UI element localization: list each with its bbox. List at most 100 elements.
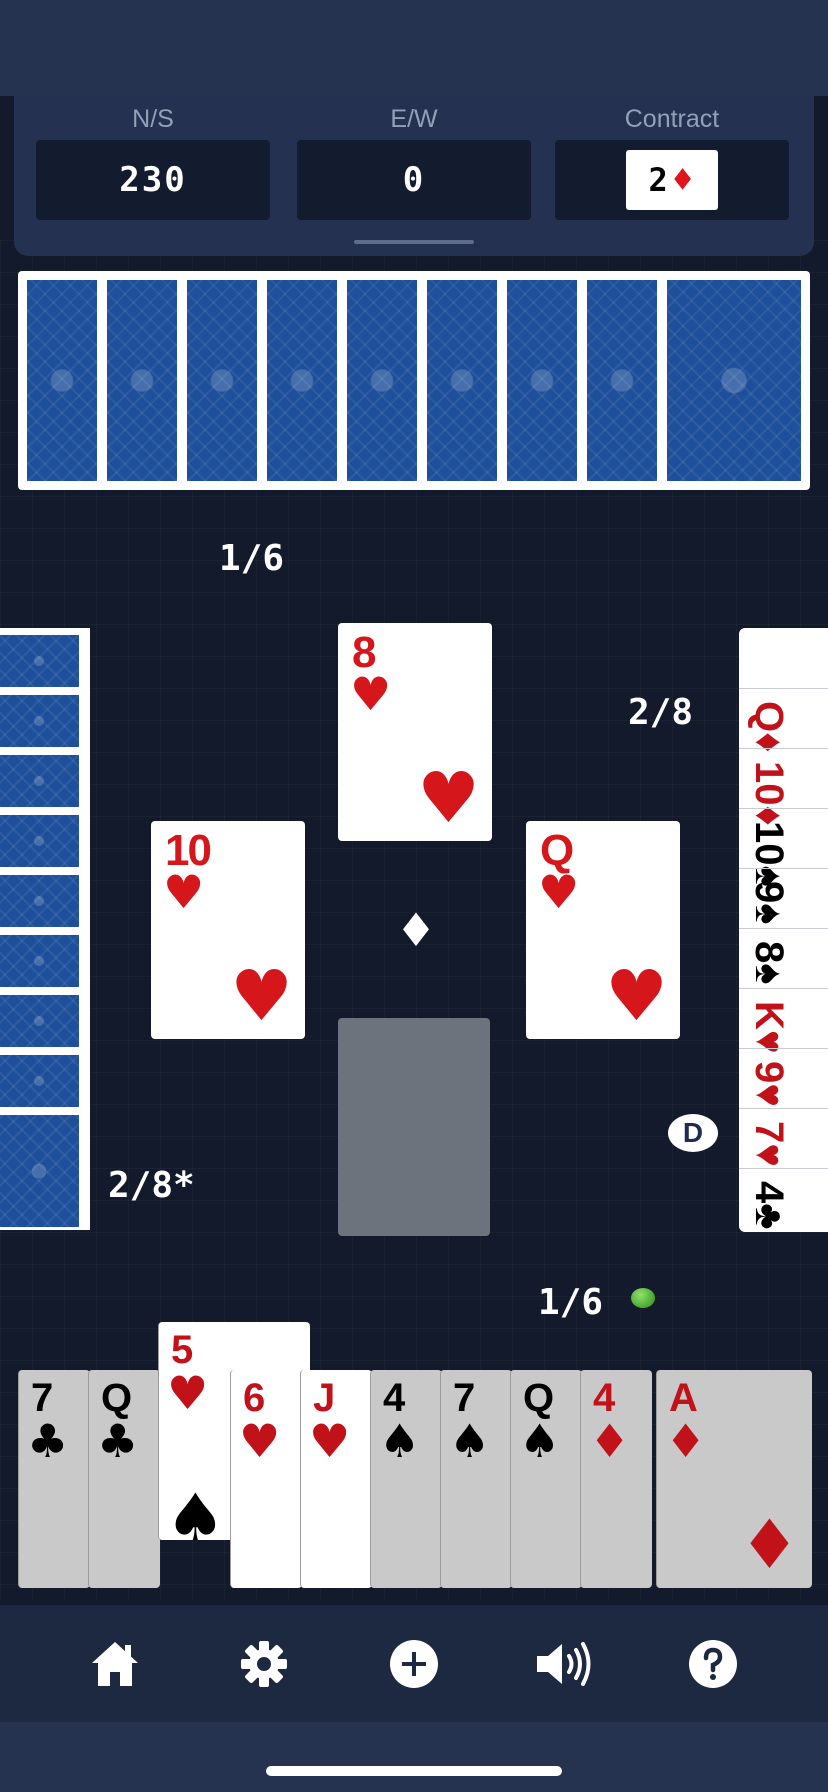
west-hand xyxy=(0,628,90,1230)
north-hand xyxy=(18,271,810,490)
heart-icon: ♥ xyxy=(605,955,668,1037)
north-card-back xyxy=(504,277,580,484)
east-hand: Q♦ 10♦ 10♠ 9♠ 8♠ K♥ 9♥ 7♥ 4♣ xyxy=(739,628,828,1232)
card-suit-icon: ♠ xyxy=(379,1414,421,1468)
west-card-back xyxy=(0,932,82,990)
east-hand-card[interactable]: 7♥ xyxy=(739,1108,828,1170)
sound-button[interactable] xyxy=(532,1632,596,1696)
home-button[interactable] xyxy=(83,1632,147,1696)
heart-icon: ♥ xyxy=(538,865,580,919)
card-suit-icon: ♦ xyxy=(665,1414,707,1468)
trump-diamond-icon: ♦ xyxy=(395,903,437,957)
ew-score-column: E/W 0 xyxy=(297,96,531,220)
east-played-card: Q ♥ ♥ xyxy=(526,821,680,1039)
contract-column: Contract 2 ♦ xyxy=(555,96,789,220)
west-card-back xyxy=(0,992,82,1050)
heart-icon: ♥ xyxy=(417,757,480,839)
card-suit-icon: ♥ xyxy=(309,1414,351,1468)
west-card-back xyxy=(0,812,82,870)
north-card-back xyxy=(424,277,500,484)
card-suit-icon: ♥ xyxy=(239,1414,281,1468)
contract-box: 2 ♦ xyxy=(555,140,789,220)
help-icon xyxy=(689,1639,738,1688)
bottom-navigation xyxy=(0,1605,828,1722)
heart-icon: ♥ xyxy=(350,667,392,721)
south-hand-card[interactable]: Q ♣ xyxy=(88,1370,160,1588)
west-trick-count: 2/8* xyxy=(108,1165,195,1206)
card-suit-icon: ♠ xyxy=(519,1414,561,1468)
card-suit-icon: ♣ xyxy=(97,1414,139,1468)
south-hand-card[interactable]: 4 ♦ xyxy=(580,1370,652,1588)
ns-score-column: N/S 230 xyxy=(36,96,270,220)
south-hand: 7 ♣ Q ♣ 6 ♥ J ♥ 4 ♠ 7 ♠ Q ♠ 4 ♦ A ♦ ♦ 5 ♥ ♠ xyxy=(18,1322,812,1590)
bottom-safe-area xyxy=(0,1722,828,1792)
ew-label: E/W xyxy=(390,105,438,133)
help-button[interactable] xyxy=(681,1632,745,1696)
east-card-rank-suit: 9♠ xyxy=(747,881,791,925)
east-card-rank-suit: Q♦ xyxy=(747,701,791,753)
east-hand-card[interactable]: K♥ xyxy=(739,988,828,1054)
ew-score: 0 xyxy=(297,140,531,220)
contract-card: 2 ♦ xyxy=(626,150,718,210)
west-card-back xyxy=(0,1052,82,1110)
contract-level: 2 xyxy=(648,161,670,199)
ns-score: 230 xyxy=(36,140,270,220)
east-card-rank-suit: 9♥ xyxy=(747,1061,791,1107)
north-card-back xyxy=(264,277,340,484)
east-hand-card[interactable]: 9♠ xyxy=(739,868,828,930)
east-hand-card[interactable]: Q♦ xyxy=(739,688,828,753)
north-card-back xyxy=(24,277,100,484)
west-card-back xyxy=(0,692,82,750)
contract-label: Contract xyxy=(624,105,720,133)
settings-button[interactable] xyxy=(232,1632,296,1696)
west-card-back xyxy=(0,752,82,810)
heart-icon: ♥ xyxy=(163,865,205,919)
south-hand-card[interactable]: 4 ♠ xyxy=(370,1370,442,1588)
home-indicator[interactable] xyxy=(266,1766,562,1776)
east-trick-count: 2/8 xyxy=(628,692,694,733)
heart-icon: ♥ xyxy=(230,955,293,1037)
contract-suit-diamond-icon: ♦ xyxy=(671,159,696,201)
south-trick-count: 1/6 xyxy=(538,1282,604,1323)
east-card-rank-suit: K♥ xyxy=(747,1001,791,1054)
ns-label: N/S xyxy=(132,105,174,133)
east-hand-card[interactable]: 10♠ xyxy=(739,808,828,887)
north-card-back xyxy=(664,277,804,484)
north-card-back xyxy=(104,277,180,484)
card-suit-icon: ♠ xyxy=(449,1414,491,1468)
north-card-back xyxy=(344,277,420,484)
east-card-rank-suit: 8♠ xyxy=(747,941,791,985)
card-suit-icon: ♣ xyxy=(27,1414,69,1468)
east-card-rank-suit: 7♥ xyxy=(747,1121,791,1167)
north-trick-count: 1/6 xyxy=(219,538,285,579)
east-hand-card[interactable]: 9♥ xyxy=(739,1048,828,1110)
settings-gear-icon xyxy=(241,1640,288,1687)
south-hand-card[interactable]: 7 ♣ xyxy=(18,1370,90,1588)
east-hand-card[interactable]: 8♠ xyxy=(739,928,828,990)
status-bar-area xyxy=(0,0,828,96)
sound-icon xyxy=(536,1641,591,1686)
south-play-slot xyxy=(338,1018,490,1236)
new-game-button[interactable] xyxy=(382,1632,446,1696)
south-hand-card[interactable]: A ♦ ♦ xyxy=(656,1370,812,1588)
east-card-rank-suit: 4♣ xyxy=(747,1181,791,1230)
active-turn-indicator xyxy=(631,1288,655,1308)
south-hand-card[interactable]: 6 ♥ xyxy=(230,1370,302,1588)
south-hand-card[interactable]: J ♥ xyxy=(300,1370,372,1588)
north-card-back xyxy=(184,277,260,484)
south-hand-card[interactable]: Q ♠ xyxy=(510,1370,582,1588)
north-played-card: 8 ♥ ♥ xyxy=(338,623,492,841)
card-suit-icon: ♥ xyxy=(167,1366,209,1420)
spade-icon: ♠ xyxy=(165,1480,226,1541)
west-card-back xyxy=(0,872,82,930)
new-game-plus-icon xyxy=(389,1639,438,1688)
south-hand-card[interactable]: 7 ♠ xyxy=(440,1370,512,1588)
card-suit-icon: ♦ xyxy=(589,1414,631,1468)
east-hand-card[interactable]: 10♦ xyxy=(739,748,828,826)
east-hand-card[interactable]: 4♣ xyxy=(739,1168,828,1230)
score-panel[interactable]: N/S 230 E/W 0 Contract 2 ♦ xyxy=(14,96,814,256)
dealer-badge: D xyxy=(668,1114,718,1152)
panel-drag-handle[interactable] xyxy=(354,240,474,244)
north-card-back xyxy=(584,277,660,484)
west-card-back xyxy=(0,1112,82,1230)
